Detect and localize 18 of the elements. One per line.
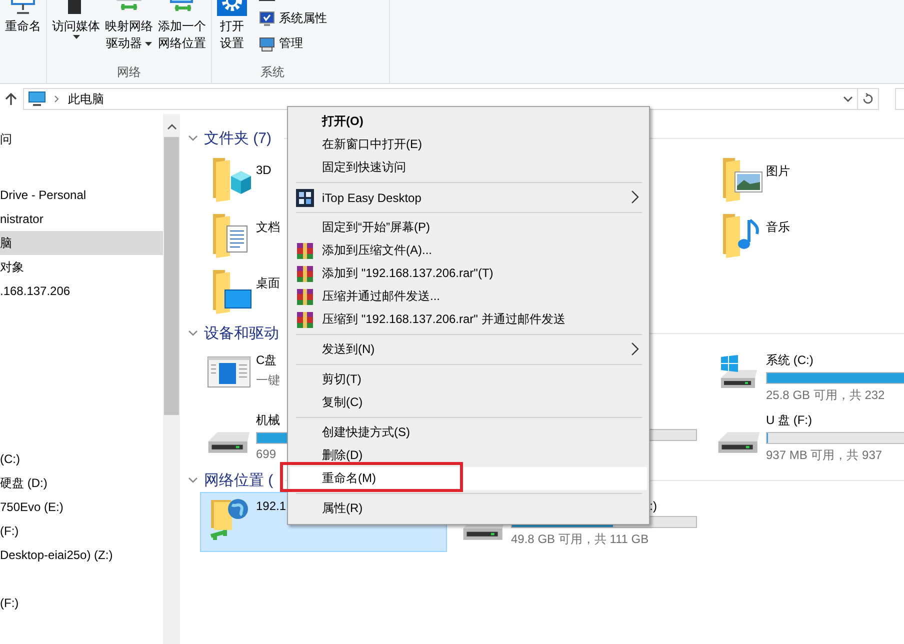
folder-name: 文档	[256, 219, 280, 236]
item-description: 一键	[256, 372, 280, 389]
free-space-text: 49.8 GB 可用，共 111 GB	[511, 531, 649, 548]
item-name: C盘	[256, 352, 277, 369]
folder-name: 图片	[766, 163, 790, 180]
item-name: :)	[650, 499, 657, 513]
group-label: 系统	[260, 64, 284, 80]
group-label: 网络	[117, 64, 141, 80]
item-name: 机械	[256, 412, 280, 429]
folder-name: 音乐	[766, 219, 790, 236]
free-space-text: 25.8 GB 可用，共 232	[766, 387, 885, 404]
item-name: 系统 (C:)	[766, 352, 814, 369]
item-name: 192.1	[256, 499, 286, 513]
item-name: U 盘 (F:)	[766, 412, 812, 429]
free-space-text: 699	[256, 447, 276, 461]
folder-name: 3D	[256, 163, 272, 177]
free-space-text: 937 MB 可用，共 937	[766, 447, 882, 464]
folder-name: 桌面	[256, 275, 280, 292]
